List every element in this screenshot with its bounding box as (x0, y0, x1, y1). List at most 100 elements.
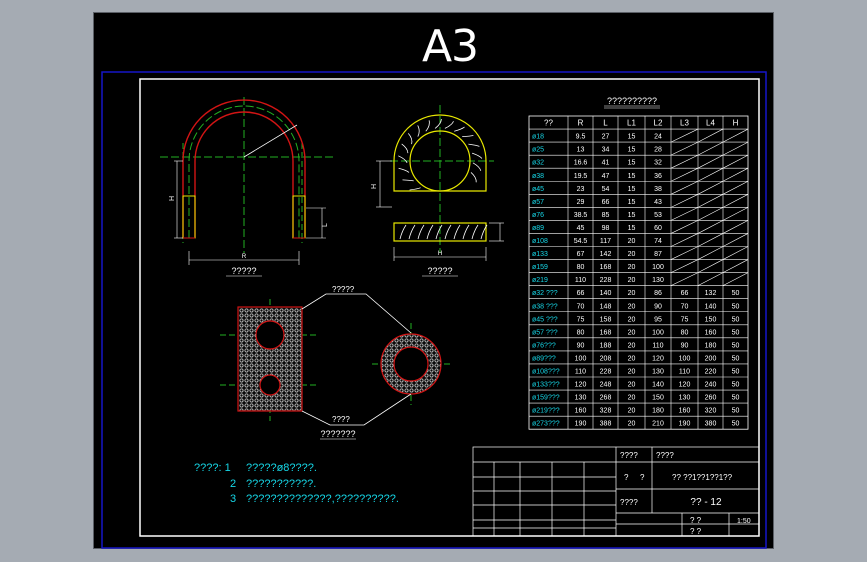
dim-label: H (371, 184, 378, 189)
table-cell: 70 (577, 303, 585, 310)
table-cell: 98 (602, 225, 610, 232)
section-callout: ????? (332, 285, 355, 294)
empty-cell-strike (722, 220, 749, 234)
tb-cell: ???? (620, 451, 638, 460)
empty-cell-strike (697, 180, 724, 195)
table-cell: 13 (577, 147, 585, 154)
empty-cell-strike (697, 246, 724, 260)
table-cell: 50 (732, 408, 740, 415)
technical-notes: ????: 1 ?????ø8????. 2 ???????????. 3 ??… (194, 462, 399, 505)
table-cell: 190 (679, 421, 691, 428)
table-spec-cell: ø45 (532, 186, 544, 193)
table-cell: 20 (628, 395, 636, 402)
table-header: H (733, 119, 739, 128)
empty-cell-strike (697, 194, 724, 208)
table-cell: 32 (654, 160, 662, 167)
table-cell: 50 (732, 316, 740, 323)
table-cell: 160 (575, 408, 587, 415)
hatch-tick (399, 224, 407, 240)
table-cell: 160 (679, 408, 691, 415)
note-num-2: 2 (230, 478, 236, 490)
hatch-tick (444, 121, 454, 129)
table-cell: 260 (705, 395, 717, 402)
table-cell: 86 (654, 290, 662, 297)
table-cell: 24 (654, 134, 662, 141)
table-cell: 100 (575, 355, 587, 362)
table-header: L3 (680, 119, 689, 128)
table-cell: 53 (654, 212, 662, 219)
table-spec-cell: ø38 ??? (532, 303, 558, 310)
table-cell: 66 (681, 290, 689, 297)
table-cell: 15 (628, 212, 636, 219)
callout-leader (301, 293, 412, 334)
table-spec-cell: ø57 (532, 199, 544, 206)
front-view: H L R ????? (160, 97, 334, 277)
table-cell: 20 (628, 303, 636, 310)
empty-cell-strike (722, 246, 749, 260)
hatch-tick (444, 224, 452, 240)
table-cell: 20 (628, 277, 636, 284)
table-spec-cell: ø32 (532, 160, 544, 167)
table-cell: 15 (628, 160, 636, 167)
empty-cell-strike (670, 207, 699, 221)
table-cell: 20 (628, 342, 636, 349)
table-cell: 29 (577, 199, 585, 206)
tb-cell: ???? (620, 498, 638, 507)
table-cell: 75 (577, 316, 585, 323)
table-cell: 120 (652, 355, 664, 362)
table-spec-cell: ø159??? (532, 395, 560, 402)
note-line-2: ???????????. (246, 478, 316, 490)
table-cell: 38 (654, 186, 662, 193)
table-cell: 110 (575, 369, 586, 376)
table-cell: 130 (652, 277, 664, 284)
table-spec-cell: ø18 (532, 134, 544, 141)
empty-cell-strike (670, 128, 699, 143)
drawing-number: ?? - 12 (690, 497, 722, 508)
table-spec-cell: ø89??? (532, 355, 556, 362)
section-callout-2: ???? (332, 415, 350, 424)
table-spec-cell: ø133 (532, 251, 548, 258)
table-cell: 50 (732, 303, 740, 310)
empty-cell-strike (670, 141, 699, 156)
table-spec-cell: ø57 ??? (532, 329, 558, 336)
table-cell: 180 (705, 342, 717, 349)
table-cell: 20 (628, 290, 636, 297)
table-spec-cell: ø76 (532, 212, 544, 219)
table-cell: 15 (628, 147, 636, 154)
drawing-title: ?? ??1??1??1?? (672, 473, 733, 482)
table-cell: 130 (679, 395, 691, 402)
table-spec-cell: ø76??? (532, 342, 556, 349)
table-cell: 120 (575, 382, 587, 389)
table-cell: 80 (577, 264, 585, 271)
hatch-tick (417, 125, 420, 137)
table-cell: 140 (705, 303, 717, 310)
empty-cell-strike (697, 220, 724, 234)
note-num-3: 3 (230, 493, 236, 505)
hatch-tick (398, 167, 410, 173)
table-cell: 20 (628, 355, 636, 362)
table-cell: 20 (628, 421, 636, 428)
table-cell: 66 (602, 199, 610, 206)
empty-cell-strike (697, 167, 724, 182)
table-cell: 28 (654, 147, 662, 154)
table-cell: 16.6 (574, 160, 588, 167)
table-cell: 23 (577, 186, 585, 193)
empty-cell-strike (697, 272, 724, 286)
note-line-3: ??????????????,??????????. (246, 493, 399, 505)
table-cell: 50 (732, 369, 740, 376)
table-cell: 85 (602, 212, 610, 219)
table-cell: 388 (600, 421, 612, 428)
empty-cell-strike (697, 154, 724, 169)
dim-label: H (438, 251, 442, 257)
empty-cell-strike (670, 154, 699, 169)
table-cell: 142 (600, 251, 612, 258)
table-cell: 50 (732, 290, 740, 297)
table-cell: 380 (705, 421, 717, 428)
table-cell: 228 (600, 277, 612, 284)
tb-cell: ? (640, 473, 645, 482)
empty-cell-strike (722, 259, 749, 273)
hatch-tick (471, 152, 483, 159)
table-spec-cell: ø219 (532, 277, 548, 284)
table-cell: 110 (679, 369, 690, 376)
table-cell: 110 (575, 277, 586, 284)
